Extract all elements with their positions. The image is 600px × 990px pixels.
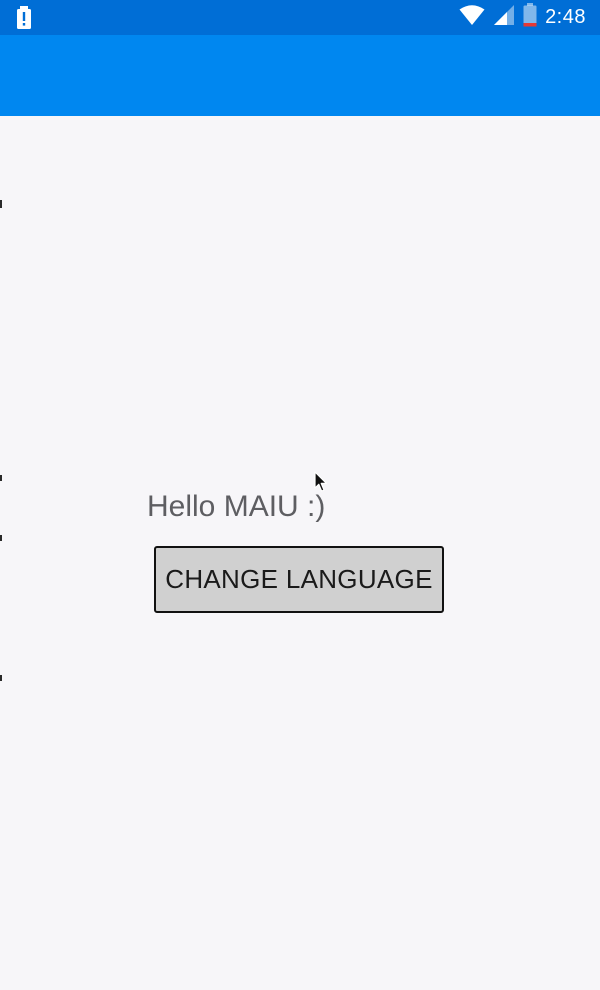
app-screen: 2:48 Hello MAIU :) CHANGE LANGUAGE: [0, 0, 600, 990]
main-content: Hello MAIU :) CHANGE LANGUAGE: [0, 116, 600, 990]
greeting-label: Hello MAIU :): [147, 490, 326, 523]
battery-icon: [523, 3, 537, 32]
wifi-icon: [459, 4, 485, 31]
status-time: 2:48: [545, 6, 586, 28]
status-icons-group: 2:48: [459, 0, 586, 35]
app-bar: [0, 35, 600, 116]
status-bar: 2:48: [0, 0, 600, 35]
change-language-button[interactable]: CHANGE LANGUAGE: [154, 546, 444, 613]
alert-battery-icon: [16, 6, 36, 30]
cell-signal-icon: [493, 4, 515, 31]
